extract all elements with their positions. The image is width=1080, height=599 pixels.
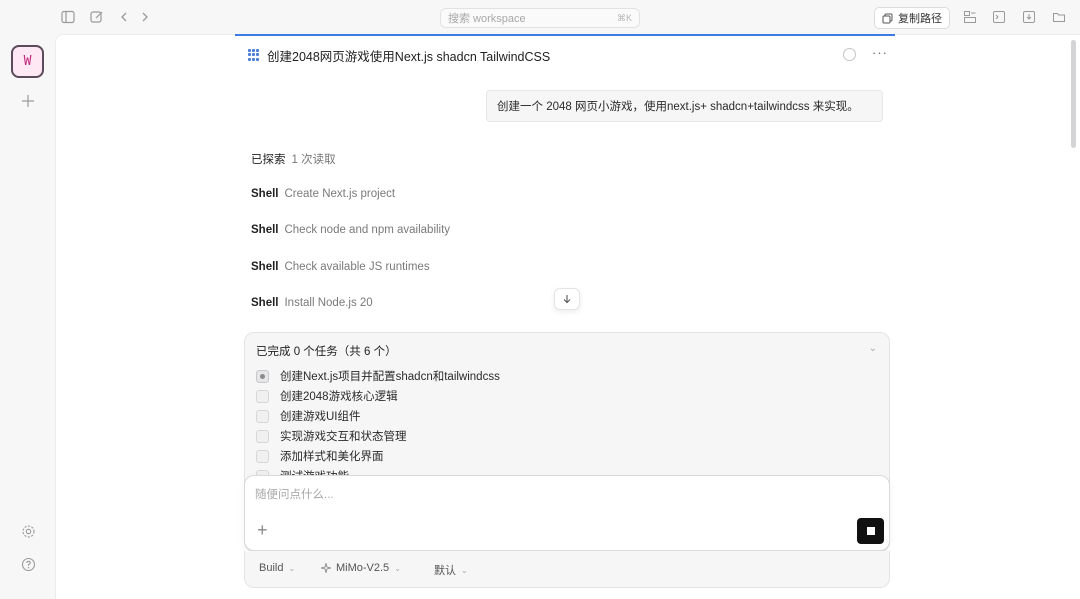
folder-icon[interactable] — [1051, 9, 1067, 25]
workspace-avatar[interactable]: W — [11, 45, 44, 78]
chevron-down-icon[interactable]: ⌄ — [869, 343, 877, 354]
task-list-header[interactable]: 已完成 0 个任务（共 6 个） — [256, 343, 397, 359]
task-label: 创建Next.js项目并配置shadcn和tailwindcss — [280, 371, 500, 383]
explored-summary[interactable]: 已探索 1 次读取 — [251, 151, 336, 167]
task-item[interactable]: 创建2048游戏核心逻辑 — [256, 388, 398, 404]
composer-options-bar: Build ⌄ MiMo-V2.5 ⌄ 默认 ⌄ — [244, 551, 890, 588]
session-title: 创建2048网页游戏使用Next.js shadcn TailwindCSS — [267, 49, 551, 64]
task-checkbox[interactable] — [256, 409, 269, 423]
agent-mode-select[interactable]: Build ⌄ — [259, 562, 295, 574]
add-workspace-icon[interactable] — [18, 91, 38, 111]
stop-icon — [866, 527, 875, 535]
shell-step[interactable]: Shell Check node and npm availability — [251, 224, 450, 236]
shell-step-text: Install Node.js 20 — [284, 297, 373, 309]
shell-step[interactable]: Shell Create Next.js project — [251, 188, 395, 200]
task-item[interactable]: 创建游戏UI组件 — [256, 408, 361, 424]
task-checkbox[interactable] — [256, 389, 269, 403]
user-message-text: 创建一个 2048 网页小游戏，使用next.js+ shadcn+tailwi… — [497, 101, 859, 113]
explored-detail: 1 次读取 — [291, 154, 336, 166]
explored-label: 已探索 — [251, 154, 286, 166]
more-options-icon[interactable]: ··· — [872, 45, 888, 60]
task-checkbox[interactable] — [256, 369, 269, 383]
session-grid-icon — [248, 49, 260, 61]
scrollbar[interactable] — [1071, 40, 1076, 148]
task-label: 添加样式和美化界面 — [280, 451, 384, 463]
workspace-search[interactable]: 搜索 workspace ⌘K — [440, 8, 640, 28]
layout-icon[interactable] — [962, 9, 978, 25]
task-item[interactable]: 添加样式和美化界面 — [256, 448, 384, 464]
user-message: 创建一个 2048 网页小游戏，使用next.js+ shadcn+tailwi… — [486, 90, 883, 122]
settings-icon[interactable] — [18, 521, 38, 541]
arrow-down-icon — [563, 295, 571, 304]
variant-value: 默认 — [434, 565, 456, 577]
model-value: MiMo-V2.5 — [336, 562, 390, 574]
shell-step-text: Create Next.js project — [284, 188, 396, 200]
terminal-icon[interactable] — [991, 9, 1007, 25]
search-placeholder: 搜索 workspace — [448, 13, 526, 25]
copy-icon — [882, 13, 893, 23]
sparkle-icon — [321, 563, 331, 573]
message-input[interactable] — [255, 486, 815, 504]
task-label: 创建2048游戏核心逻辑 — [280, 391, 398, 403]
download-panel-icon[interactable] — [1021, 9, 1037, 25]
task-checkbox[interactable] — [256, 429, 269, 443]
task-item[interactable]: 创建Next.js项目并配置shadcn和tailwindcss — [256, 368, 500, 384]
chevron-down-icon: ⌄ — [461, 565, 468, 575]
session-header: 创建2048网页游戏使用Next.js shadcn TailwindCSS — [248, 46, 888, 64]
new-chat-icon[interactable] — [89, 9, 105, 25]
help-icon[interactable] — [18, 554, 38, 574]
chevron-down-icon: ⌄ — [394, 563, 401, 573]
shell-step-kind: Shell — [251, 261, 279, 273]
shell-step-kind: Shell — [251, 224, 279, 236]
task-label: 实现游戏交互和状态管理 — [280, 431, 407, 443]
shell-step-kind: Shell — [251, 297, 279, 309]
search-shortcut: ⌘K — [616, 12, 632, 23]
shell-step-text: Check available JS runtimes — [284, 261, 430, 273]
model-select[interactable]: MiMo-V2.5 ⌄ — [321, 562, 401, 574]
variant-select[interactable]: 默认 ⌄ — [434, 562, 468, 578]
stop-generation-button[interactable] — [857, 518, 884, 544]
copy-path-button[interactable]: 复制路径 — [874, 7, 950, 29]
shell-step[interactable]: Shell Check available JS runtimes — [251, 261, 430, 273]
scroll-to-bottom-button[interactable] — [554, 288, 580, 310]
attach-plus-icon[interactable]: + — [257, 521, 268, 539]
copy-path-label: 复制路径 — [898, 13, 942, 25]
shell-step-text: Check node and npm availability — [284, 224, 451, 236]
active-session-indicator — [235, 34, 895, 36]
back-icon[interactable] — [116, 9, 132, 25]
shell-step[interactable]: Shell Install Node.js 20 — [251, 297, 373, 309]
forward-icon[interactable] — [137, 9, 153, 25]
agent-mode-value: Build — [259, 562, 284, 574]
sidebar-toggle-icon[interactable] — [60, 9, 76, 25]
message-composer: + — [244, 475, 890, 551]
task-item[interactable]: 实现游戏交互和状态管理 — [256, 428, 407, 444]
chevron-down-icon: ⌄ — [288, 563, 296, 573]
status-circle-icon[interactable] — [843, 48, 856, 61]
workspace-avatar-letter: W — [23, 54, 32, 69]
shell-step-kind: Shell — [251, 188, 279, 200]
workspace-rail — [0, 34, 55, 599]
top-toolbar: 搜索 workspace ⌘K 复制路径 — [0, 0, 1080, 34]
task-label: 创建游戏UI组件 — [280, 411, 361, 423]
task-checkbox[interactable] — [256, 449, 269, 463]
